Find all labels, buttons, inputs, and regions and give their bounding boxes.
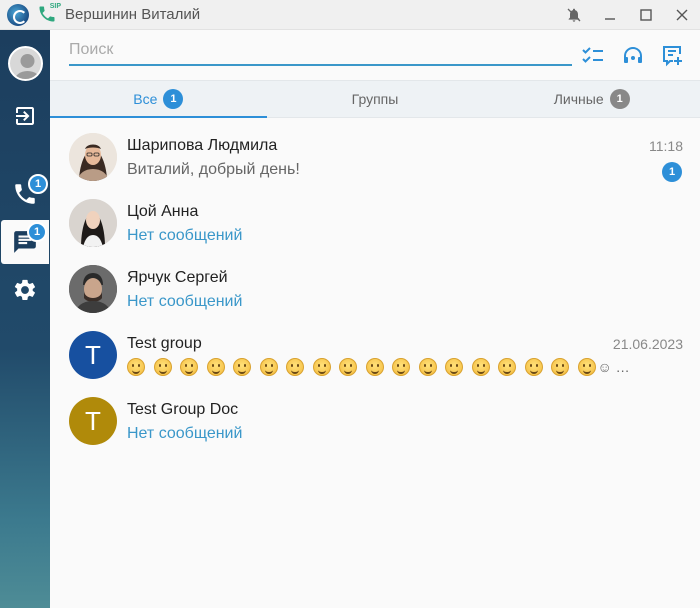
emoji-icon [206, 358, 234, 376]
emoji-icon [471, 358, 499, 376]
unread-badge: 1 [662, 162, 682, 182]
chat-list-item[interactable]: T Test group ☺ … 21.06.2023 [50, 317, 700, 383]
chat-name: Цой Анна [127, 203, 199, 220]
new-chat-button[interactable] [660, 42, 686, 68]
tab-all[interactable]: Все 1 [50, 81, 267, 118]
contact-avatar [69, 133, 117, 181]
gear-icon [14, 279, 36, 300]
new-chat-icon [663, 46, 682, 67]
emoji-icon [418, 358, 446, 376]
emoji-icon [498, 358, 525, 376]
minimize-button[interactable] [592, 0, 628, 30]
sip-label: SIP [49, 2, 61, 10]
sidebar-item-chats[interactable]: 1 [1, 220, 49, 264]
headset-icon [624, 47, 642, 63]
chat-name: Ярчук Сергей [127, 269, 228, 286]
sidebar-item-settings[interactable] [0, 268, 50, 312]
window-title: Вершинин Виталий [65, 6, 201, 23]
logout-icon [16, 107, 34, 125]
emoji-icon [445, 358, 472, 376]
emoji-icon [524, 358, 552, 376]
tab-groups[interactable]: Группы [267, 81, 484, 117]
chat-list-item[interactable]: T Test Group Doc Нет сообщений [50, 383, 700, 449]
chat-list-item[interactable]: Цой Анна Нет сообщений [50, 185, 700, 251]
emoji-overflow: ☺ … [597, 359, 630, 375]
tab-personal[interactable]: Личные 1 [483, 81, 700, 117]
app-logo-icon [7, 3, 29, 26]
minimize-icon [605, 17, 615, 20]
sidebar-item-calls[interactable]: 1 [0, 172, 50, 216]
checklist-icon [582, 47, 603, 63]
tab-label: Все [133, 91, 158, 107]
emoji-icon [233, 358, 260, 376]
chat-name: Шарипова Людмила [127, 137, 278, 154]
select-chats-button[interactable] [580, 42, 606, 68]
chat-last-message-emojis: ☺ … [127, 358, 630, 376]
chat-last-message: Нет сообщений [127, 425, 243, 442]
emoji-icon [127, 358, 154, 376]
chat-list-item[interactable]: Ярчук Сергей Нет сообщений [50, 251, 700, 317]
chat-time: 21.06.2023 [612, 336, 683, 352]
close-icon [676, 9, 688, 20]
emoji-icon [339, 358, 366, 376]
support-button[interactable] [620, 42, 646, 68]
user-avatar[interactable] [8, 46, 43, 81]
title-bar: SIP Вершинин Виталий [0, 0, 700, 30]
emoji-icon [180, 358, 207, 376]
emoji-icon [365, 358, 393, 376]
avatar-letter: T [85, 405, 101, 436]
contact-avatar [69, 265, 117, 313]
chat-list-item[interactable]: Шарипова Людмила Виталий, добрый день! 1… [50, 119, 700, 185]
sidebar: 1 1 [0, 30, 50, 608]
calls-badge: 1 [28, 174, 48, 194]
emoji-icon [392, 358, 419, 376]
emoji-icon [577, 358, 596, 376]
tab-badge: 1 [609, 89, 630, 109]
chat-time: 11:18 [649, 138, 683, 154]
sip-phone-icon: SIP [37, 2, 61, 26]
chat-filter-tabs: Все 1 Группы Личные 1 [50, 80, 700, 118]
emoji-icon [153, 358, 181, 376]
chat-name: Test Group Doc [127, 401, 239, 418]
maximize-button[interactable] [628, 0, 664, 30]
emoji-icon [551, 358, 578, 376]
bell-off-icon [567, 8, 581, 22]
chat-last-message: Нет сообщений [127, 227, 243, 244]
group-avatar: T [69, 331, 117, 379]
avatar-letter: T [85, 339, 101, 370]
search-input[interactable] [69, 38, 572, 62]
close-button[interactable] [664, 0, 700, 30]
chats-badge: 1 [27, 222, 47, 242]
contact-avatar [69, 199, 117, 247]
logout-button[interactable] [0, 94, 50, 138]
chat-name: Test group [127, 335, 202, 352]
maximize-icon [640, 8, 652, 21]
tab-label: Группы [351, 91, 399, 107]
emoji-icon [312, 358, 340, 376]
tab-label: Личные [553, 91, 604, 107]
emoji-icon [259, 358, 287, 376]
tab-badge: 1 [163, 89, 184, 109]
notifications-off-button[interactable] [556, 0, 592, 30]
chat-last-message: Виталий, добрый день! [127, 161, 300, 178]
group-avatar: T [69, 397, 117, 445]
chat-last-message: Нет сообщений [127, 293, 243, 310]
emoji-icon [286, 358, 313, 376]
search-box [69, 38, 572, 66]
chat-list: Шарипова Людмила Виталий, добрый день! 1… [50, 119, 700, 449]
